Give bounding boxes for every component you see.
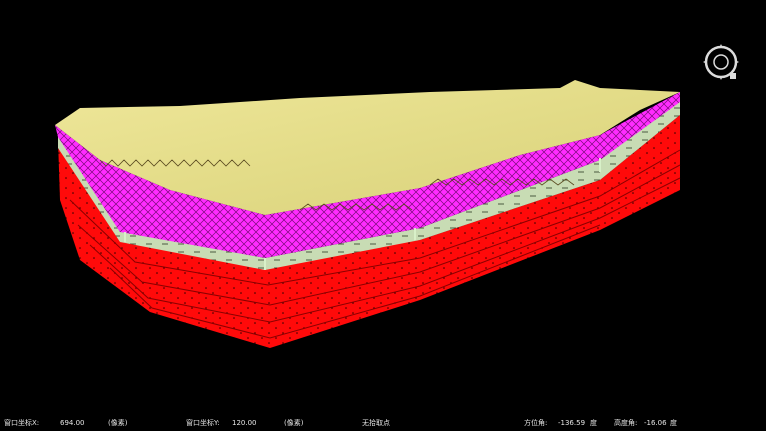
geology-model-render [55, 80, 681, 348]
status-bar: 窗口坐标X: 694.00 (像素) 窗口坐标Y: 120.00 (像素) 无拾… [0, 415, 766, 431]
elevation-value: -16.06 [644, 419, 667, 427]
window-y-unit: (像素) [284, 419, 304, 427]
elevation-unit: 度 [670, 419, 677, 427]
window-x-label: 窗口坐标X: [4, 419, 40, 427]
pick-status: 无拾取点 [362, 419, 390, 427]
azimuth-value: -136.59 [558, 419, 586, 427]
rotate-compass-icon[interactable] [697, 38, 745, 86]
elevation-label: 高度角: [614, 419, 638, 427]
azimuth-label: 方位角: [524, 419, 548, 427]
window-x-unit: (像素) [108, 419, 128, 427]
3d-viewport[interactable] [0, 0, 766, 415]
window-x-value: 694.00 [60, 419, 85, 427]
azimuth-unit: 度 [590, 419, 597, 427]
window-y-value: 120.00 [232, 419, 257, 427]
window-y-label: 窗口坐标Y: [186, 419, 220, 427]
